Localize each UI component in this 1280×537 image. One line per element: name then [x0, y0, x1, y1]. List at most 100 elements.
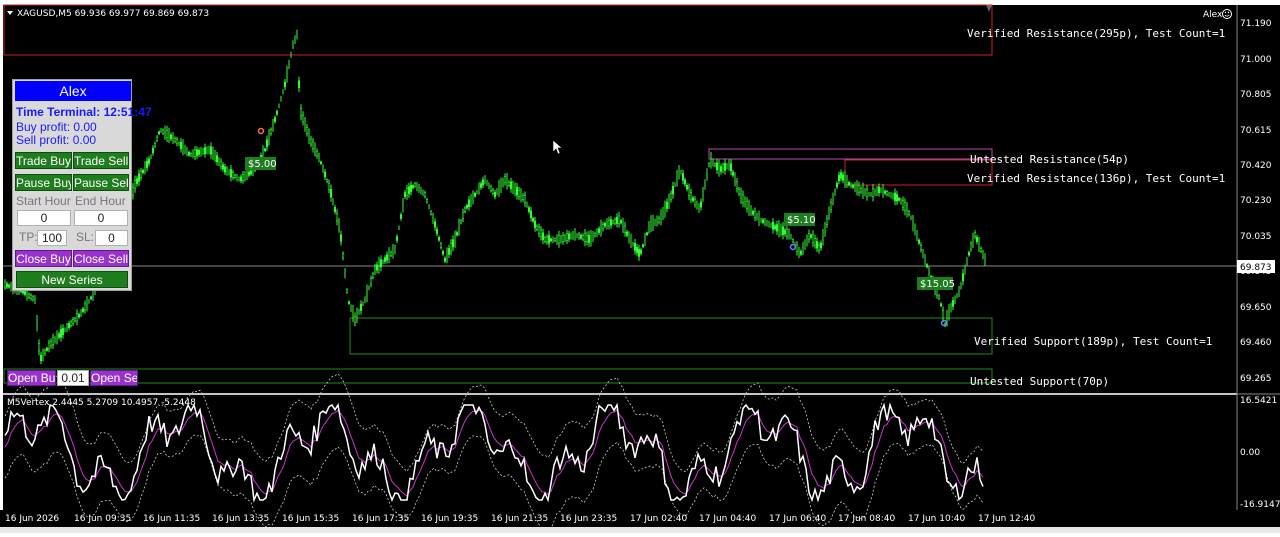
candle-body: [825, 218, 829, 225]
svg-text:$5.00: $5.00: [248, 159, 277, 170]
close-sell-button[interactable]: Close Sell: [73, 250, 129, 267]
candle-body: [545, 236, 549, 243]
candle-body: [537, 227, 541, 234]
candle-body: [577, 233, 581, 239]
candle-body: [813, 238, 817, 246]
candle-body: [233, 174, 237, 178]
candle-body: [699, 201, 703, 208]
candle-body: [527, 207, 531, 212]
zone-label-untested-support: Untested Support(70p): [970, 375, 1109, 388]
candle-body: [323, 171, 327, 178]
candle-body: [89, 296, 93, 300]
time-tick-label: 16 Jun 11:35: [143, 514, 200, 524]
chart-canvas[interactable]: Verified Resistance(295p), Test Count=1 …: [0, 0, 1280, 533]
candle-body: [665, 201, 669, 209]
candle-body: [137, 173, 141, 182]
candle-body: [543, 237, 547, 242]
time-tick-label: 17 Jun 02:40: [630, 514, 687, 524]
sell-profit: Sell profit: 0.00: [16, 133, 97, 147]
open-buy-button[interactable]: Open Buy: [7, 370, 56, 386]
end-hour-input[interactable]: 0: [74, 210, 128, 226]
candle-body: [341, 253, 345, 259]
candle-body: [379, 259, 383, 268]
candle-body: [335, 213, 339, 222]
candle-body: [447, 248, 451, 255]
time-tick-label: 16 Jun 19:35: [421, 514, 478, 524]
price-tick-label: 70.805: [1240, 90, 1272, 100]
candle-body: [549, 238, 553, 242]
candle-body: [27, 293, 31, 298]
price-tick-label: 70.420: [1240, 161, 1272, 171]
candle-body: [187, 152, 191, 156]
candle-body: [435, 229, 439, 235]
close-buy-button[interactable]: Close Buy: [15, 250, 72, 267]
time-tick-label: 16 Jun 15:35: [282, 514, 339, 524]
candle-body: [219, 161, 223, 168]
candle-body: [951, 300, 955, 307]
panel-title: Alex: [15, 81, 131, 101]
candle-body: [249, 170, 253, 175]
candle-body: [441, 251, 445, 255]
candle-body: [273, 117, 277, 122]
candle-body: [799, 250, 803, 255]
candle-body: [247, 171, 251, 176]
candle-body: [241, 174, 245, 181]
candle-body: [615, 216, 619, 224]
candle-body: [645, 232, 649, 236]
candle-body: [883, 190, 887, 194]
candle-body: [157, 131, 161, 135]
candle-body: [937, 295, 941, 299]
candle-body: [139, 171, 143, 178]
candle-body: [521, 195, 525, 200]
pause-buy-button[interactable]: Pause Buy: [15, 174, 72, 191]
candle-body: [893, 192, 897, 201]
candle-body: [529, 210, 533, 218]
candle-body: [639, 249, 643, 254]
candle-body: [815, 241, 819, 249]
candle-body: [169, 134, 173, 140]
candle-body: [223, 166, 227, 173]
candle-body: [657, 217, 661, 223]
candle-body: [635, 246, 639, 253]
candle-body: [403, 192, 407, 197]
candle-body: [231, 172, 235, 178]
candle-body: [359, 303, 363, 311]
pause-sell-button[interactable]: Pause Sell: [73, 174, 129, 191]
candle-body: [819, 242, 823, 249]
current-price-label: 69.873: [1240, 263, 1272, 273]
candle-body: [917, 239, 921, 244]
candle-body: [791, 239, 795, 243]
candle-body: [785, 229, 789, 237]
candle-body: [131, 187, 135, 196]
price-tick-label: 71.190: [1240, 19, 1272, 29]
sl-input[interactable]: 0: [95, 230, 128, 246]
chart-area[interactable]: Verified Resistance(295p), Test Count=1 …: [0, 0, 1280, 533]
candle-body: [919, 244, 923, 251]
candle-body: [39, 354, 43, 361]
new-series-button[interactable]: New Series: [16, 271, 128, 288]
candle-body: [597, 228, 601, 233]
candle-body: [305, 127, 309, 134]
start-hour-input[interactable]: 0: [17, 210, 71, 226]
tp-input[interactable]: 100: [37, 230, 67, 246]
trade-sell-button[interactable]: Trade Sell: [73, 152, 129, 169]
candle-body: [975, 237, 979, 243]
candle-body: [209, 146, 213, 155]
candle-body: [327, 183, 331, 190]
open-sell-button[interactable]: Open Sell: [90, 370, 138, 386]
candle-body: [81, 308, 85, 312]
candle-body: [329, 189, 333, 198]
candle-body: [967, 252, 971, 256]
candle-body: [839, 172, 843, 179]
time-tick-label: 17 Jun 10:40: [908, 514, 965, 524]
candle-body: [45, 347, 49, 351]
lot-size-input[interactable]: 0.01: [57, 370, 89, 386]
candle-body: [437, 237, 441, 241]
candle-body: [601, 224, 605, 230]
candle-body: [581, 235, 585, 240]
trade-buy-button[interactable]: Trade Buy: [15, 152, 72, 169]
candle-body: [719, 166, 723, 172]
candle-body: [443, 257, 447, 262]
candle-body: [533, 220, 537, 228]
bottom-scroll-bar[interactable]: [0, 527, 1280, 533]
